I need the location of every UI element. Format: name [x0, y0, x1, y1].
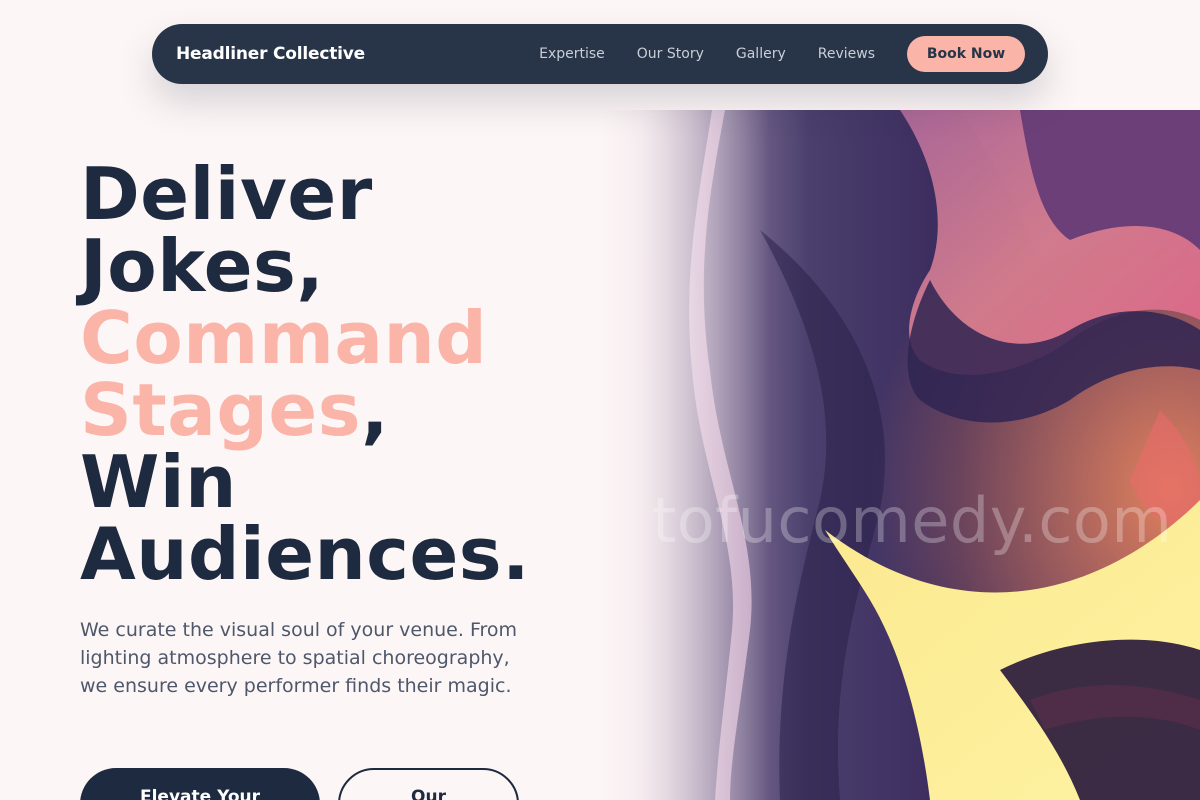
headline-line-1: Deliver	[80, 152, 373, 236]
elevate-cta-button[interactable]: Elevate Your	[80, 768, 320, 800]
watermark-text: tofucomedy.com	[652, 484, 1173, 557]
headline-line-3-accent: Command	[80, 296, 488, 380]
hero-headline: Deliver Jokes, Command Stages, Win Audie…	[80, 158, 530, 590]
our-secondary-button[interactable]: Our	[338, 768, 519, 800]
headline-line-4: Stages,	[80, 374, 530, 446]
hero-image: tofucomedy.com	[600, 110, 1200, 800]
nav-links: Expertise Our Story Gallery Reviews Book…	[539, 36, 1025, 72]
book-now-button[interactable]: Book Now	[907, 36, 1025, 72]
headline-line-6: Audiences.	[80, 512, 531, 596]
top-navbar: Headliner Collective Expertise Our Story…	[152, 24, 1048, 84]
art-fade-overlay	[600, 110, 770, 800]
hero-subtext: We curate the visual soul of your venue.…	[80, 619, 518, 697]
headline-line-5: Win	[80, 440, 237, 524]
nav-link-our-story[interactable]: Our Story	[637, 46, 704, 62]
nav-link-gallery[interactable]: Gallery	[736, 46, 786, 62]
brand-logo[interactable]: Headliner Collective	[176, 44, 365, 64]
nav-link-expertise[interactable]: Expertise	[539, 46, 605, 62]
headline-comma: ,	[361, 368, 389, 452]
nav-link-reviews[interactable]: Reviews	[818, 46, 875, 62]
headline-line-2: Jokes,	[80, 224, 325, 308]
